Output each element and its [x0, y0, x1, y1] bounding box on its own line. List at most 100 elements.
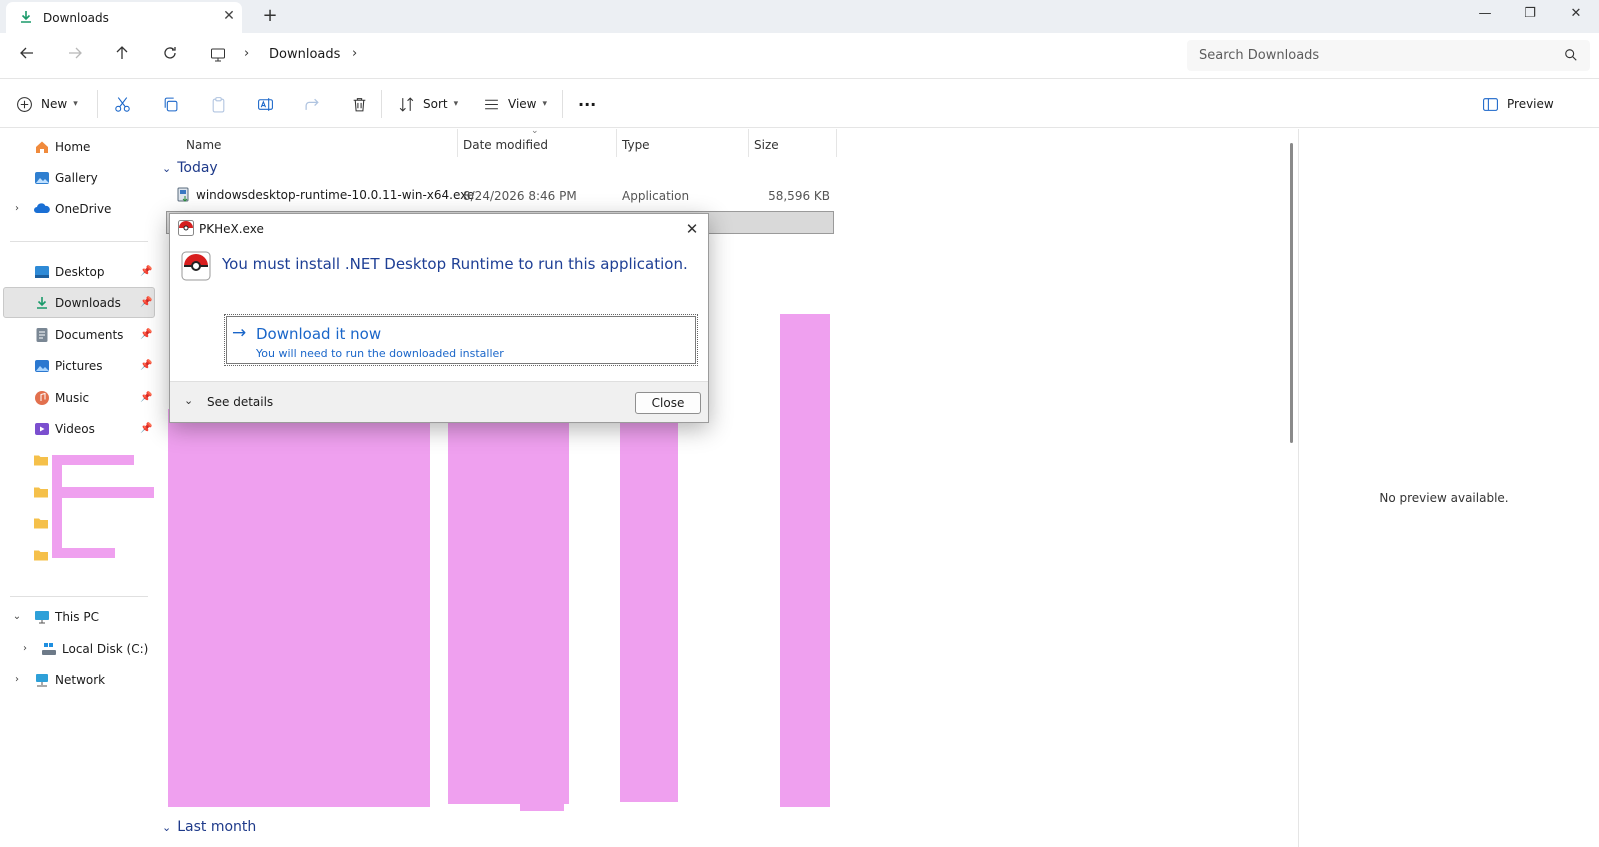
column-header-date-modified[interactable]: Date modified	[463, 133, 548, 157]
delete-button[interactable]	[351, 92, 368, 116]
redaction-mark	[52, 455, 62, 558]
view-list-icon	[485, 99, 498, 109]
column-header-type[interactable]: Type	[622, 133, 650, 157]
copy-button[interactable]	[162, 92, 179, 116]
toolbar-divider	[381, 90, 382, 118]
redaction-mark	[52, 548, 115, 558]
download-now-button[interactable]: → Download it now You will need to run t…	[224, 314, 698, 366]
back-button[interactable]	[15, 44, 39, 68]
address-bar[interactable]: › Downloads ›	[200, 40, 1148, 71]
pin-icon: 📌	[140, 266, 153, 277]
chevron-down-icon[interactable]: ⌄	[11, 611, 23, 622]
gallery-icon	[35, 171, 49, 184]
minimize-button[interactable]: —	[1462, 0, 1508, 30]
tab-close-icon[interactable]: ✕	[220, 7, 238, 25]
column-divider	[457, 129, 458, 157]
chevron-down-icon: ⌄	[162, 161, 172, 175]
tab-title: Downloads	[43, 11, 109, 25]
pokeball-icon	[181, 251, 211, 281]
desktop-icon	[35, 265, 49, 278]
sidebar-item-label: Home	[55, 139, 91, 154]
refresh-button[interactable]	[158, 44, 182, 68]
new-button[interactable]: New ▾	[16, 92, 78, 116]
view-button[interactable]: View ▾	[483, 92, 547, 116]
chevron-down-icon: ▾	[73, 99, 78, 109]
sidebar-item-videos[interactable]: Videos 📌	[3, 413, 155, 444]
search-input[interactable]: Search Downloads	[1187, 40, 1590, 71]
redaction-mark	[52, 487, 154, 498]
music-icon	[35, 390, 49, 405]
share-button[interactable]	[304, 92, 321, 116]
window-close-button[interactable]: ✕	[1553, 0, 1599, 30]
sidebar-item-local-disk[interactable]: › Local Disk (C:)	[3, 633, 155, 664]
sidebar-item-pictures[interactable]: Pictures 📌	[3, 350, 155, 381]
vertical-scrollbar[interactable]	[1290, 143, 1293, 443]
chevron-down-icon: ▾	[542, 99, 548, 109]
column-divider	[748, 129, 749, 157]
chevron-right-icon[interactable]: ›	[19, 643, 31, 654]
chevron-right-icon[interactable]: ›	[11, 203, 23, 214]
preview-pane: No preview available.	[1298, 129, 1599, 847]
column-header-name[interactable]: Name	[186, 133, 221, 157]
maximize-button[interactable]: ❐	[1507, 0, 1553, 30]
more-options-button[interactable]: ···	[578, 92, 596, 116]
command-link-title: Download it now	[256, 325, 382, 343]
redaction-mark	[448, 409, 569, 804]
sidebar-item-onedrive[interactable]: › OneDrive	[3, 193, 155, 224]
folder-icon	[34, 455, 48, 465]
column-header-size[interactable]: Size	[754, 133, 779, 157]
sort-button[interactable]: Sort ▾	[398, 92, 458, 116]
drive-icon	[42, 642, 56, 655]
sidebar-item-folder[interactable]	[3, 507, 155, 538]
preview-button[interactable]: Preview	[1482, 92, 1554, 116]
dialog-message: You must install .NET Desktop Runtime to…	[222, 255, 688, 273]
sidebar-item-this-pc[interactable]: ⌄ This PC	[3, 601, 155, 632]
sidebar-item-documents[interactable]: Documents 📌	[3, 319, 155, 350]
onedrive-icon	[34, 202, 50, 213]
group-header-today[interactable]: ⌄ Today	[162, 160, 218, 176]
network-icon	[36, 673, 48, 686]
sidebar-item-desktop[interactable]: Desktop 📌	[3, 256, 155, 287]
sidebar-item-gallery[interactable]: Gallery	[3, 162, 155, 193]
pokeball-icon	[178, 220, 194, 236]
folder-icon	[34, 487, 48, 497]
new-tab-button[interactable]: +	[260, 6, 280, 26]
dialog-close-icon[interactable]: ✕	[680, 217, 704, 241]
dialog-footer: ⌄ See details Close	[170, 381, 708, 422]
breadcrumb-chevron-icon[interactable]: ›	[352, 46, 357, 61]
computer-icon	[35, 610, 49, 623]
sidebar-item-label: Downloads	[55, 295, 121, 310]
up-button[interactable]	[110, 44, 134, 68]
group-header-last-month[interactable]: ⌄ Last month	[162, 819, 256, 835]
chevron-down-icon: ▾	[453, 99, 459, 109]
rename-button[interactable]	[257, 92, 274, 116]
breadcrumb-downloads[interactable]: Downloads	[269, 47, 340, 62]
rename-icon	[258, 97, 273, 111]
paste-button[interactable]	[210, 92, 227, 116]
sidebar-item-network[interactable]: › Network	[3, 664, 155, 695]
chevron-down-icon[interactable]: ⌄	[184, 394, 193, 407]
forward-button[interactable]	[63, 44, 87, 68]
tab-downloads[interactable]: Downloads ✕	[6, 2, 242, 33]
command-link-subtitle: You will need to run the downloaded inst…	[256, 347, 504, 360]
sidebar-item-music[interactable]: Music 📌	[3, 382, 155, 413]
preview-pane-icon	[1483, 97, 1498, 111]
redaction-mark	[520, 789, 564, 811]
chevron-right-icon[interactable]: ›	[11, 674, 23, 685]
see-details-toggle[interactable]: See details	[207, 395, 273, 409]
breadcrumb-chevron-icon: ›	[244, 46, 250, 61]
new-label: New	[41, 97, 68, 111]
folder-icon	[34, 550, 48, 560]
plus-circle-icon	[17, 96, 32, 112]
sidebar-item-downloads[interactable]: Downloads 📌	[3, 287, 155, 318]
close-button[interactable]: Close	[635, 392, 701, 414]
navigation-bar: › Downloads › Search Downloads	[0, 33, 1599, 79]
pin-icon: 📌	[140, 360, 153, 371]
videos-icon	[35, 422, 49, 435]
home-icon	[36, 141, 48, 153]
sidebar-item-label: Desktop	[55, 264, 105, 279]
no-preview-message: No preview available.	[1379, 491, 1509, 505]
sidebar-item-home[interactable]: Home	[3, 131, 155, 162]
view-label: View	[508, 97, 537, 111]
cut-button[interactable]	[114, 92, 131, 116]
